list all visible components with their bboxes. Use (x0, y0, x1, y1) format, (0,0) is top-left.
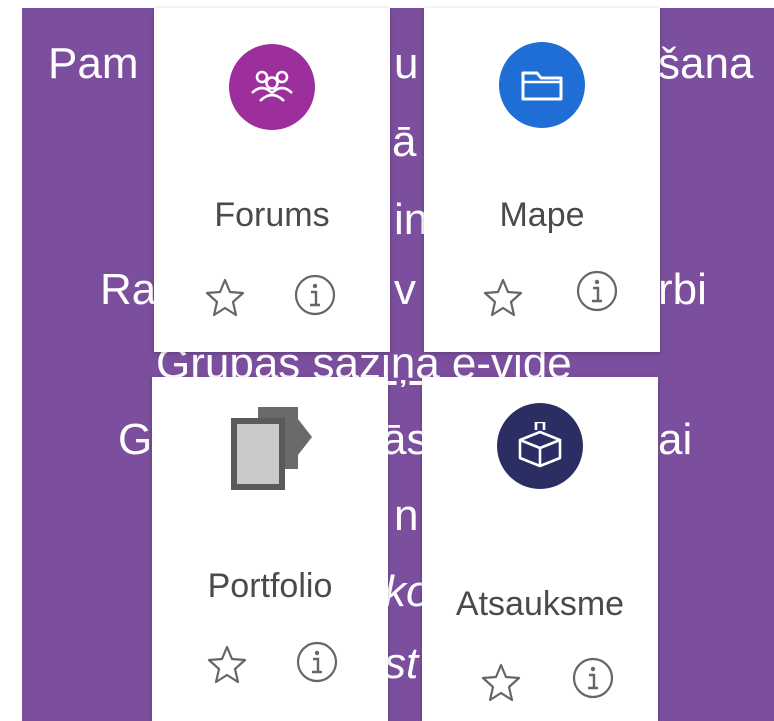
bg-text: Ra (100, 265, 157, 314)
star-icon[interactable] (204, 641, 250, 687)
info-icon[interactable] (570, 655, 616, 701)
portfolio-icon (228, 399, 316, 496)
bg-text: v (394, 265, 416, 314)
feedback-box-icon (497, 403, 583, 489)
bg-text: rbi (658, 265, 707, 314)
folder-icon (499, 42, 585, 128)
activity-card-mape[interactable]: Mape (424, 8, 660, 352)
star-icon[interactable] (202, 274, 248, 320)
bg-text: G (118, 415, 153, 464)
star-icon[interactable] (480, 274, 526, 320)
activity-card-portfolio[interactable]: Portfolio (152, 377, 388, 721)
card-label: Atsauksme (455, 585, 625, 623)
activity-card-atsauksme[interactable]: Atsauksme (422, 377, 658, 721)
card-label: Portfolio (207, 567, 333, 605)
info-icon[interactable] (574, 268, 620, 314)
bg-text: šana (658, 39, 754, 88)
slide-background: Pam u r šana ā in Ra v rbi Grupas saziņa… (22, 8, 774, 721)
activity-card-forums[interactable]: Forums (154, 8, 390, 352)
bg-text: st (384, 639, 419, 688)
card-label: Mape (499, 196, 585, 234)
info-icon[interactable] (294, 639, 340, 685)
card-label: Forums (214, 196, 330, 234)
bg-text: Pam (48, 39, 139, 88)
bg-text: ai (658, 415, 693, 464)
users-icon (229, 44, 315, 130)
bg-text: ā (392, 117, 417, 166)
star-icon[interactable] (478, 659, 524, 705)
bg-text: n (394, 491, 419, 540)
info-icon[interactable] (292, 272, 338, 318)
